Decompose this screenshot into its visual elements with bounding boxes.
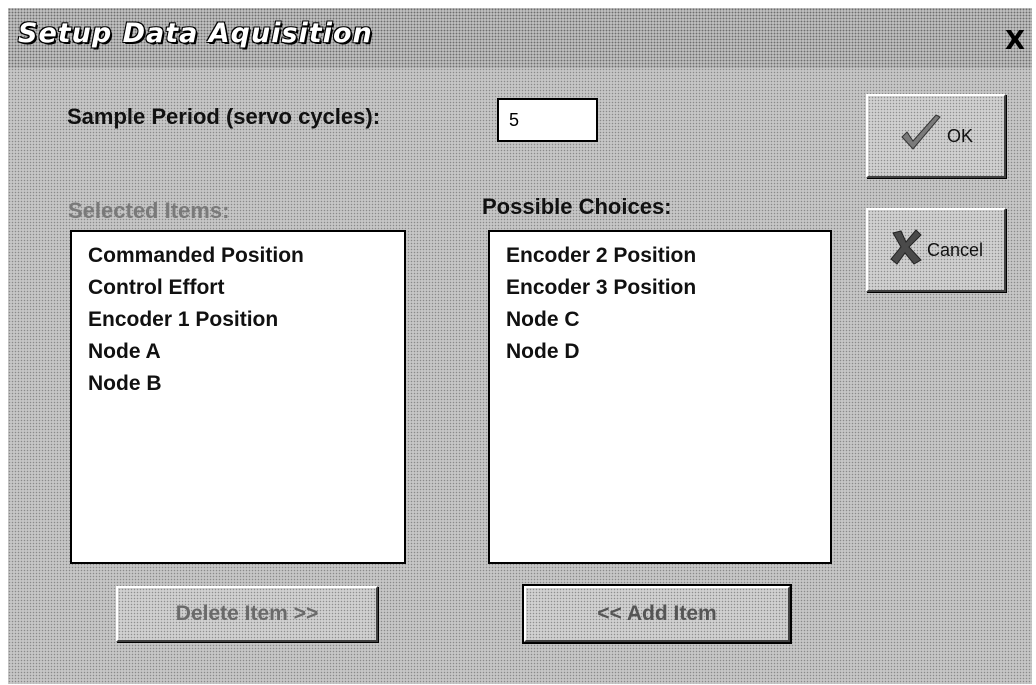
- list-item[interactable]: Commanded Position: [88, 240, 404, 272]
- close-icon: X: [1004, 26, 1026, 56]
- window-title: Setup Data Aquisition: [18, 18, 373, 49]
- list-item[interactable]: Encoder 2 Position: [506, 240, 830, 272]
- ok-label: OK: [946, 125, 973, 146]
- list-item[interactable]: Encoder 1 Position: [88, 304, 404, 336]
- cancel-label: Cancel: [926, 239, 984, 260]
- delete-item-button[interactable]: Delete Item >>: [116, 586, 378, 642]
- ok-button[interactable]: OK: [866, 94, 1006, 178]
- title-bar[interactable]: Setup Data Aquisition X: [8, 8, 1032, 68]
- list-item[interactable]: Node A: [88, 336, 404, 368]
- list-item[interactable]: Control Effort: [88, 272, 404, 304]
- add-item-button[interactable]: << Add Item: [522, 584, 792, 644]
- delete-item-label: Delete Item >>: [175, 602, 319, 625]
- close-button[interactable]: X: [1000, 26, 1030, 56]
- add-item-label: << Add Item: [597, 602, 717, 625]
- cancel-button[interactable]: Cancel: [866, 208, 1006, 292]
- selected-items-list[interactable]: Commanded Position Control Effort Encode…: [70, 230, 406, 564]
- list-item[interactable]: Node D: [506, 336, 830, 368]
- possible-choices-label: Possible Choices:: [482, 194, 672, 219]
- setup-dialog: Setup Data Aquisition X Sample Period (s…: [8, 8, 1032, 684]
- sample-period-input[interactable]: 5: [497, 98, 598, 142]
- x-mark-icon: [889, 229, 923, 271]
- list-item[interactable]: Node C: [506, 304, 830, 336]
- sample-period-label: Sample Period (servo cycles):: [67, 104, 381, 129]
- list-item[interactable]: Node B: [88, 368, 404, 400]
- list-item[interactable]: Encoder 3 Position: [506, 272, 830, 304]
- possible-choices-list[interactable]: Encoder 2 Position Encoder 3 Position No…: [488, 230, 832, 564]
- selected-items-label: Selected Items:: [68, 198, 230, 223]
- checkmark-icon: [899, 113, 943, 159]
